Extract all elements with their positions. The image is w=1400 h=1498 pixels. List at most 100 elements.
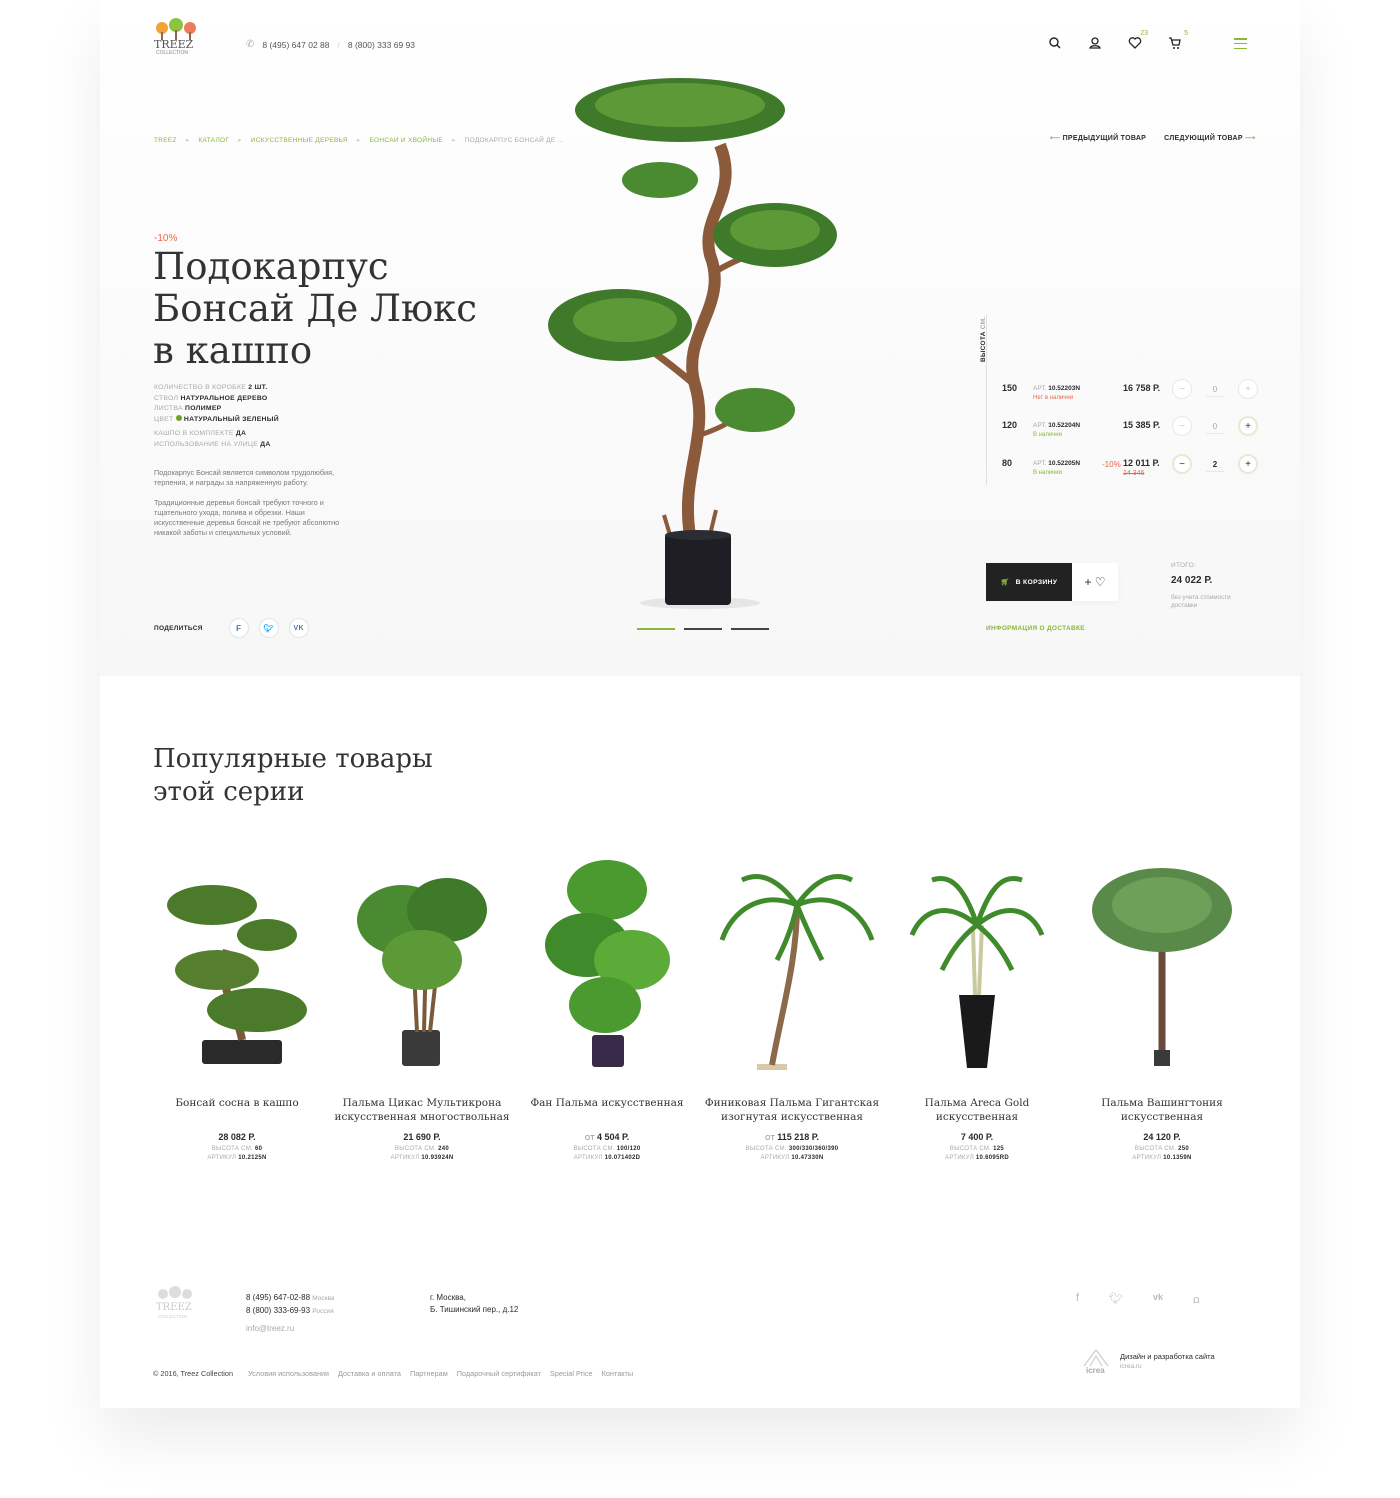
variant-height: 80	[1002, 458, 1013, 468]
product-thumbnail	[702, 850, 882, 1080]
slider-dot[interactable]	[684, 628, 722, 630]
developer-credit[interactable]: icrea Дизайн и разработка сайта icrea.ru	[1080, 1346, 1215, 1376]
product-card[interactable]: Бонсай сосна в кашпо 28 082 Р. ВЫСОТА СМ…	[147, 850, 327, 1163]
footer-link[interactable]: Контакты	[602, 1369, 634, 1378]
header-phones: ✆ 8 (495) 647 02 88 / 8 (800) 333 69 93	[246, 39, 415, 50]
total-label: ИТОГО:	[1171, 562, 1197, 569]
copyright: © 2016, Treez Collection	[153, 1369, 234, 1378]
odnoklassniki-icon[interactable]: ꭥ	[1193, 1292, 1200, 1307]
product-price: ОТ 115 218 Р.	[765, 1132, 819, 1142]
variant-stock: Нет в наличии	[1033, 395, 1074, 401]
footer-link[interactable]: Условия использования	[248, 1369, 329, 1378]
heart-icon[interactable]: 23	[1128, 30, 1148, 50]
product-card[interactable]: Пальма Цикас Мультикрона искусственная м…	[332, 850, 512, 1163]
facebook-icon[interactable]: f	[1076, 1292, 1079, 1307]
product-meta: ВЫСОТА СМ. 250 АРТИКУЛ 10.1359N	[1132, 1146, 1192, 1161]
variant-height: 120	[1002, 420, 1018, 430]
favorites-badge: 23	[1140, 30, 1148, 37]
footer-phone-1[interactable]: 8 (495) 647-02-88	[246, 1293, 310, 1302]
footer-link[interactable]: Партнерам	[410, 1369, 448, 1378]
footer-logo[interactable]: TREEZ COLLECTION	[154, 1286, 198, 1324]
qty-plus-button[interactable]: +	[1238, 416, 1258, 436]
property-row: ЛИСТВА ПОЛИМЕР	[154, 405, 222, 413]
twitter-icon[interactable]: 🐦︎	[258, 618, 279, 638]
add-to-wishlist-button[interactable]: + ♡	[1072, 563, 1118, 601]
developer-site[interactable]: icrea.ru	[1120, 1363, 1215, 1370]
header-phone-1[interactable]: 8 (495) 647 02 88	[262, 40, 329, 50]
variant-old-price: 14 346	[1123, 470, 1145, 477]
breadcrumb-item[interactable]: ИСКУССТВЕННЫЕ ДЕРЕВЬЯ	[251, 137, 348, 144]
slider-dot[interactable]	[731, 628, 769, 630]
variant-row: 120 АРТ. 10.52204N В наличии 15 385 Р. −…	[1002, 416, 1258, 448]
qty-minus-button[interactable]: −	[1172, 416, 1192, 436]
product-name[interactable]: Пальма Areca Gold искусственная	[887, 1096, 1067, 1126]
product-card[interactable]: Пальма Вашингтония искусственная 24 120 …	[1072, 850, 1252, 1163]
product-card[interactable]: Пальма Areca Gold искусственная 7 400 Р.…	[887, 850, 1067, 1163]
product-name[interactable]: Пальма Вашингтония искусственная	[1072, 1096, 1252, 1126]
vk-icon[interactable]: vk	[288, 618, 309, 638]
property-row: ЦВЕТ НАТУРАЛЬНЫЙ ЗЕЛЕНЫЙ	[154, 414, 279, 423]
qty-input[interactable]: 2	[1206, 460, 1224, 472]
product-meta: ВЫСОТА СМ. 240 АРТИКУЛ 10.93924N	[390, 1146, 454, 1161]
delivery-info-link[interactable]: ИНФОРМАЦИЯ О ДОСТАВКЕ	[986, 625, 1085, 632]
product-name[interactable]: Фан Пальма искусственная	[517, 1096, 697, 1126]
product-card[interactable]: Финиковая Пальма Гигантская изогнутая ис…	[702, 850, 882, 1163]
product-name[interactable]: Пальма Цикас Мультикрона искусственная м…	[332, 1096, 512, 1126]
slider-dot[interactable]	[637, 628, 675, 630]
breadcrumb-item[interactable]: КАТАЛОГ	[198, 137, 229, 144]
site-logo[interactable]: TREEZ COLLECTION	[152, 18, 202, 60]
product-navigation: ⟵ ПРЕДЫДУЩИЙ ТОВАР СЛЕДУЮЩИЙ ТОВАР ⟶	[1050, 134, 1255, 142]
height-axis-label: ВЫСОТА СМ.	[980, 316, 987, 362]
prev-product-link[interactable]: ⟵ ПРЕДЫДУЩИЙ ТОВАР	[1050, 134, 1146, 142]
qty-input[interactable]: 0	[1206, 422, 1224, 434]
product-thumbnail	[517, 850, 697, 1080]
search-icon[interactable]	[1048, 36, 1062, 50]
product-image	[540, 55, 860, 615]
vk-icon[interactable]: vk	[1153, 1292, 1163, 1307]
variant-row: 150 АРТ. 10.52203N Нет в наличии 16 758 …	[1002, 379, 1258, 411]
user-icon[interactable]	[1088, 36, 1102, 50]
product-name[interactable]: Бонсай сосна в кашпо	[147, 1096, 327, 1126]
product-description: Подокарпус Бонсай является символом труд…	[154, 468, 354, 538]
product-card[interactable]: Фан Пальма искусственная ОТ 4 504 Р. ВЫС…	[517, 850, 697, 1163]
variant-discount: -10%	[1102, 460, 1121, 469]
cart-badge: 5	[1184, 30, 1188, 37]
breadcrumb-item[interactable]: БОНСАИ И ХВОЙНЫЕ	[370, 137, 444, 144]
product-name[interactable]: Финиковая Пальма Гигантская изогнутая ис…	[702, 1096, 882, 1126]
product-thumbnail	[147, 850, 327, 1080]
qty-minus-button[interactable]: −	[1172, 454, 1192, 474]
qty-plus-button[interactable]: +	[1238, 454, 1258, 474]
variant-row: 80 АРТ. 10.52205N В наличии -10% 12 011 …	[1002, 454, 1258, 486]
property-row: ИСПОЛЬЗОВАНИЕ НА УЛИЦЕ ДА	[154, 440, 271, 448]
icrea-logo: icrea	[1080, 1346, 1112, 1376]
menu-icon[interactable]	[1234, 38, 1247, 49]
product-meta: ВЫСОТА СМ. 60 АРТИКУЛ 10.2125N	[207, 1146, 267, 1161]
footer-link[interactable]: Доставка и оплата	[338, 1369, 401, 1378]
qty-minus-button[interactable]: −	[1172, 379, 1192, 399]
facebook-icon[interactable]: f	[228, 618, 249, 638]
product-meta: ВЫСОТА СМ. 300/330/360/390 АРТИКУЛ 10.473…	[745, 1146, 839, 1161]
section-title: Популярные товары этой серии	[153, 744, 433, 807]
next-product-link[interactable]: СЛЕДУЮЩИЙ ТОВАР ⟶	[1164, 134, 1255, 142]
variant-article: АРТ. 10.52205N	[1033, 460, 1081, 467]
header-phone-2[interactable]: 8 (800) 333 69 93	[348, 40, 415, 50]
footer-email[interactable]: info@treez.ru	[246, 1323, 334, 1335]
variant-stock: В наличии	[1033, 470, 1063, 476]
qty-input[interactable]: 0	[1206, 385, 1224, 397]
qty-plus-button[interactable]: +	[1238, 379, 1258, 399]
property-row: КОЛИЧЕСТВО В КОРОБКЕ 2 ШТ.	[154, 384, 268, 391]
cart-icon[interactable]: 5	[1168, 30, 1188, 50]
footer-link[interactable]: Подарочный сертификат	[457, 1369, 541, 1378]
image-slider-dots	[637, 628, 769, 630]
twitter-icon[interactable]: 🐦︎	[1109, 1292, 1123, 1307]
title-line-3: в кашпо	[153, 329, 313, 372]
logo-sub: COLLECTION	[156, 50, 188, 56]
product-price: 7 400 Р.	[960, 1132, 994, 1142]
product-thumbnail	[332, 850, 512, 1080]
add-to-cart-button[interactable]: 🛒︎ В КОРЗИНУ	[986, 563, 1072, 601]
footer-link[interactable]: Special Price	[550, 1369, 593, 1378]
breadcrumb-item[interactable]: TREEZ	[154, 137, 177, 144]
footer-phone-2[interactable]: 8 (800) 333-69-93	[246, 1306, 310, 1315]
title-line-1: Подокарпус	[153, 245, 389, 288]
footer-contacts: 8 (495) 647-02-88 Москва 8 (800) 333-69-…	[246, 1293, 335, 1335]
